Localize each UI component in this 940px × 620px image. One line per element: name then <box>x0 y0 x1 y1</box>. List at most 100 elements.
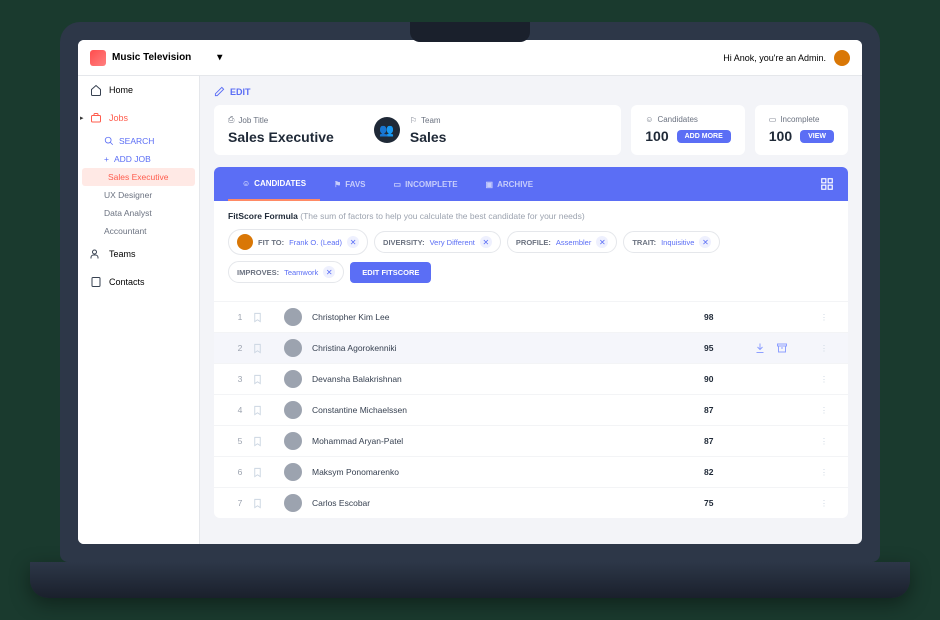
more-icon[interactable]: ⋮ <box>814 312 834 323</box>
contacts-icon <box>90 276 102 288</box>
avatar <box>284 308 302 326</box>
teams-icon <box>90 248 102 260</box>
chip-key: DIVERSITY: <box>383 238 425 247</box>
candidates-panel: FitScore Formula (The sum of factors to … <box>214 201 848 518</box>
avatar <box>284 463 302 481</box>
table-row[interactable]: 7 Carlos Escobar 75 ⋮ <box>214 487 848 518</box>
row-index: 5 <box>228 436 252 446</box>
tabs-bar: ☺CANDIDATES ⚑FAVS ▭INCOMPLETE ▣ARCHIVE <box>214 167 848 201</box>
bookmark-icon[interactable] <box>252 312 274 323</box>
card-job-team: ⎙Job Title Sales Executive 👥 ⚐Team Sales <box>214 105 621 155</box>
candidates-value: 100 <box>645 128 668 144</box>
close-icon[interactable]: ✕ <box>596 236 608 248</box>
avatar <box>284 370 302 388</box>
avatar <box>237 234 253 250</box>
chip-value: Teamwork <box>284 268 318 277</box>
sidebar-job-item[interactable]: Sales Executive <box>82 168 195 186</box>
sidebar-item-home[interactable]: Home <box>78 76 199 104</box>
candidate-name: Devansha Balakrishnan <box>312 374 704 384</box>
sidebar-item-teams[interactable]: Teams <box>78 240 199 268</box>
plus-icon: + <box>104 154 109 164</box>
sidebar-item-label: Home <box>109 85 133 95</box>
bookmark-icon[interactable] <box>252 436 274 447</box>
brand-selector[interactable]: Music Television ▾ <box>90 50 222 66</box>
candidate-name: Carlos Escobar <box>312 498 704 508</box>
table-row[interactable]: 6 Maksym Ponomarenko 82 ⋮ <box>214 456 848 487</box>
candidate-score: 87 <box>704 405 754 415</box>
filter-chip[interactable]: FIT TO:Frank O. (Lead)✕ <box>228 229 368 255</box>
chip-key: IMPROVES: <box>237 268 279 277</box>
view-button[interactable]: VIEW <box>800 130 834 143</box>
edit-label: EDIT <box>230 87 251 97</box>
greeting-text: Hi Anok, you're an Admin. <box>723 53 826 63</box>
row-index: 4 <box>228 405 252 415</box>
row-index: 6 <box>228 467 252 477</box>
more-icon[interactable]: ⋮ <box>814 405 834 416</box>
file-icon: ▭ <box>769 115 777 124</box>
table-row[interactable]: 1 Christopher Kim Lee 98 ⋮ <box>214 301 848 332</box>
candidate-score: 95 <box>704 343 754 353</box>
bookmark-icon[interactable] <box>252 343 274 354</box>
users-icon: ☺ <box>242 179 250 188</box>
add-more-button[interactable]: ADD MORE <box>677 130 731 143</box>
sidebar-item-contacts[interactable]: Contacts <box>78 268 199 296</box>
more-icon[interactable]: ⋮ <box>814 436 834 447</box>
filter-chip[interactable]: IMPROVES: Teamwork ✕ <box>228 261 344 283</box>
candidate-score: 90 <box>704 374 754 384</box>
filter-chip[interactable]: DIVERSITY:Very Different✕ <box>374 231 501 253</box>
sidebar-job-item[interactable]: Data Analyst <box>78 204 199 222</box>
table-row[interactable]: 5 Mohammad Aryan-Patel 87 ⋮ <box>214 425 848 456</box>
filter-chip[interactable]: TRAIT:Inquisitive✕ <box>623 231 720 253</box>
avatar <box>284 432 302 450</box>
sidebar-search[interactable]: SEARCH <box>78 132 199 150</box>
edit-fitscore-button[interactable]: EDIT FITSCORE <box>350 262 431 283</box>
candidate-name: Maksym Ponomarenko <box>312 467 704 477</box>
row-index: 1 <box>228 312 252 322</box>
laptop-base <box>30 562 910 598</box>
bookmark-icon[interactable] <box>252 405 274 416</box>
table-row[interactable]: 4 Constantine Michaelssen 87 ⋮ <box>214 394 848 425</box>
search-icon <box>104 136 114 146</box>
download-icon[interactable] <box>754 342 766 354</box>
more-icon[interactable]: ⋮ <box>814 374 834 385</box>
more-icon[interactable]: ⋮ <box>814 498 834 509</box>
brand-name: Music Television <box>112 52 191 63</box>
tab-incomplete[interactable]: ▭INCOMPLETE <box>380 167 472 201</box>
close-icon[interactable]: ✕ <box>347 236 359 248</box>
sidebar-item-jobs[interactable]: Jobs <box>78 104 199 132</box>
close-icon[interactable]: ✕ <box>699 236 711 248</box>
brand-logo <box>90 50 106 66</box>
tab-favs[interactable]: ⚑FAVS <box>320 167 379 201</box>
sidebar-add-job[interactable]: + ADD JOB <box>78 150 199 168</box>
briefcase-icon: ⎙ <box>228 115 234 125</box>
bookmark-icon[interactable] <box>252 498 274 509</box>
sidebar-item-label: Contacts <box>109 277 145 287</box>
chip-key: FIT TO: <box>258 238 284 247</box>
grid-view-button[interactable] <box>820 177 834 191</box>
chip-value: Assembler <box>556 238 591 247</box>
close-icon[interactable]: ✕ <box>323 266 335 278</box>
candidate-score: 75 <box>704 498 754 508</box>
more-icon[interactable]: ⋮ <box>814 467 834 478</box>
archive-icon[interactable] <box>776 342 788 354</box>
briefcase-icon <box>90 112 102 124</box>
sidebar-job-item[interactable]: Accountant <box>78 222 199 240</box>
close-icon[interactable]: ✕ <box>480 236 492 248</box>
bookmark-icon[interactable] <box>252 374 274 385</box>
candidate-name: Christina Agorokenniki <box>312 343 704 353</box>
edit-button[interactable]: EDIT <box>214 86 848 97</box>
sidebar-add-label: ADD JOB <box>114 154 151 164</box>
more-icon[interactable]: ⋮ <box>814 343 834 354</box>
table-row[interactable]: 3 Devansha Balakrishnan 90 ⋮ <box>214 363 848 394</box>
sidebar-job-item[interactable]: UX Designer <box>78 186 199 204</box>
avatar[interactable] <box>834 50 850 66</box>
candidate-score: 82 <box>704 467 754 477</box>
row-index: 3 <box>228 374 252 384</box>
tab-candidates[interactable]: ☺CANDIDATES <box>228 167 320 201</box>
filter-chip[interactable]: PROFILE:Assembler✕ <box>507 231 617 253</box>
table-row[interactable]: 2 Christina Agorokenniki 95 ⋮ <box>214 332 848 363</box>
laptop-frame: Music Television ▾ Hi Anok, you're an Ad… <box>60 22 880 562</box>
bookmark-icon[interactable] <box>252 467 274 478</box>
avatar <box>284 401 302 419</box>
tab-archive[interactable]: ▣ARCHIVE <box>472 167 548 201</box>
